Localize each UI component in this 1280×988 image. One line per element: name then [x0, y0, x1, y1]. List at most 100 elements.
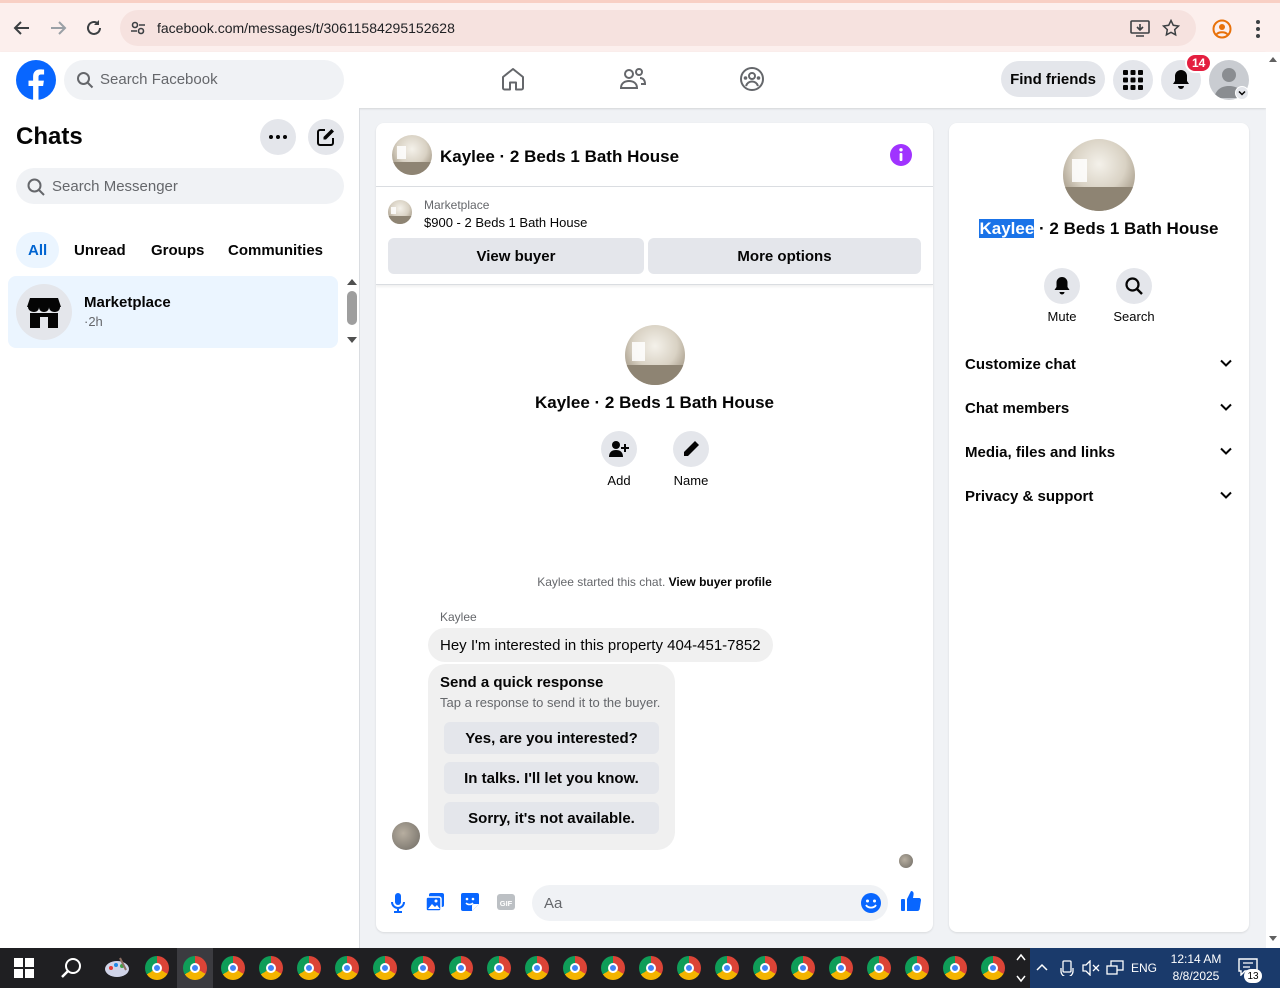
facebook-logo[interactable] — [16, 60, 56, 100]
taskbar-clock[interactable]: 12:14 AM 8/8/2025 — [1166, 951, 1226, 985]
taskbar-scroll-icon[interactable] — [1016, 952, 1026, 984]
forward-button[interactable] — [45, 15, 71, 41]
home-icon[interactable] — [500, 66, 526, 92]
section-label: Customize chat — [965, 356, 1076, 373]
messenger-search[interactable]: Search Messenger — [16, 168, 344, 204]
search-conversation-button[interactable] — [1116, 268, 1152, 304]
chrome-app-icon[interactable] — [867, 956, 891, 980]
filter-all[interactable]: All — [16, 232, 60, 268]
emoji-icon[interactable] — [860, 892, 882, 914]
menu-dots-icon[interactable] — [1250, 19, 1266, 39]
taskbar-search-icon[interactable] — [60, 956, 84, 980]
message-composer[interactable]: Aa — [532, 885, 888, 921]
address-bar[interactable]: facebook.com/messages/t/3061158429515262… — [120, 10, 1196, 46]
gif-icon[interactable]: GIF — [496, 892, 516, 912]
search-placeholder: Search Facebook — [100, 71, 218, 88]
chrome-app-icon[interactable] — [981, 956, 1005, 980]
back-button[interactable] — [9, 15, 35, 41]
chrome-app-icon[interactable] — [145, 956, 169, 980]
listing-thumbnail — [388, 200, 412, 224]
info-icon[interactable] — [889, 143, 913, 167]
url-text[interactable]: facebook.com/messages/t/3061158429515262… — [157, 20, 455, 36]
section-label: Privacy & support — [965, 488, 1094, 505]
scroll-thumb[interactable] — [347, 291, 357, 325]
name-chat-button[interactable] — [673, 431, 709, 467]
install-app-icon[interactable] — [1130, 19, 1150, 37]
microphone-icon[interactable] — [390, 892, 406, 914]
chrome-app-icon[interactable] — [563, 956, 587, 980]
photo-attach-icon[interactable] — [425, 892, 445, 912]
chats-scrollbar[interactable] — [345, 278, 359, 346]
sender-avatar[interactable] — [392, 822, 420, 850]
conversation-avatar[interactable] — [392, 135, 432, 175]
page-scrollbar[interactable] — [1266, 52, 1280, 948]
filter-communities[interactable]: Communities — [216, 232, 335, 268]
chrome-app-icon[interactable] — [639, 956, 663, 980]
arrow-right-icon — [51, 21, 67, 35]
sticker-icon[interactable] — [460, 892, 480, 912]
new-message-button[interactable] — [308, 119, 344, 155]
scroll-down-icon[interactable] — [1269, 936, 1277, 942]
chrome-app-icon[interactable] — [259, 956, 283, 980]
reload-button[interactable] — [81, 15, 107, 41]
chrome-app-icon[interactable] — [677, 956, 701, 980]
scroll-up-icon[interactable] — [347, 278, 357, 285]
profile-icon[interactable] — [1212, 19, 1232, 39]
language-indicator[interactable]: ENG — [1131, 961, 1157, 975]
chrome-app-icon[interactable] — [373, 956, 397, 980]
facebook-search[interactable]: Search Facebook — [64, 60, 344, 100]
more-options-button[interactable]: More options — [648, 238, 921, 274]
view-buyer-profile-link[interactable]: View buyer profile — [669, 575, 772, 589]
customize-chat-section[interactable]: Customize chat — [957, 344, 1241, 384]
view-buyer-button[interactable]: View buyer — [388, 238, 644, 274]
chrome-app-icon[interactable] — [335, 956, 359, 980]
chrome-app-icon[interactable] — [715, 956, 739, 980]
filter-unread[interactable]: Unread — [62, 232, 138, 268]
message-bubble[interactable]: Hey I'm interested in this property 404-… — [428, 628, 773, 662]
chat-members-section[interactable]: Chat members — [957, 388, 1241, 428]
chrome-app-icon[interactable] — [297, 956, 321, 980]
friends-icon[interactable] — [619, 66, 647, 92]
add-people-button[interactable] — [601, 431, 637, 467]
find-friends-button[interactable]: Find friends — [1001, 61, 1105, 97]
chrome-app-icon[interactable] — [221, 956, 245, 980]
paint-app-icon[interactable] — [104, 956, 130, 980]
chrome-app-icon[interactable] — [449, 956, 473, 980]
chrome-app-icon[interactable] — [487, 956, 511, 980]
chats-options-button[interactable] — [260, 119, 296, 155]
chrome-app-icon[interactable] — [829, 956, 853, 980]
windows-start-icon[interactable] — [14, 958, 34, 978]
volume-muted-icon[interactable] — [1082, 960, 1100, 976]
quick-response-option[interactable]: Yes, are you interested? — [444, 722, 659, 754]
chrome-app-icon[interactable] — [943, 956, 967, 980]
privacy-support-section[interactable]: Privacy & support — [957, 476, 1241, 516]
listing-title[interactable]: $900 - 2 Beds 1 Bath House — [424, 215, 587, 230]
scroll-down-icon[interactable] — [347, 337, 357, 344]
chrome-app-icon[interactable] — [601, 956, 625, 980]
account-menu-chevron[interactable] — [1235, 86, 1249, 100]
chat-item-marketplace[interactable]: Marketplace ·2h — [8, 276, 338, 348]
chrome-app-icon[interactable] — [183, 956, 207, 980]
bookmark-star-icon[interactable] — [1162, 19, 1180, 37]
device-icon[interactable] — [1060, 960, 1074, 976]
groups-icon[interactable] — [739, 66, 765, 92]
tray-expand-icon[interactable] — [1036, 962, 1048, 972]
chrome-app-icon[interactable] — [905, 956, 929, 980]
quick-response-option[interactable]: Sorry, it's not available. — [444, 802, 659, 834]
thumbs-up-icon[interactable] — [900, 890, 922, 912]
filter-groups[interactable]: Groups — [139, 232, 216, 268]
menu-button[interactable] — [1113, 60, 1153, 100]
chrome-app-icon[interactable] — [791, 956, 815, 980]
quick-response-option[interactable]: In talks. I'll let you know. — [444, 762, 659, 794]
network-icon[interactable] — [1106, 960, 1124, 976]
chrome-app-icon[interactable] — [525, 956, 549, 980]
media-files-links-section[interactable]: Media, files and links — [957, 432, 1241, 472]
mute-button[interactable] — [1044, 268, 1080, 304]
chrome-app-icon[interactable] — [411, 956, 435, 980]
name-rest-text: · 2 Beds 1 Bath House — [1034, 219, 1219, 238]
conversation-title[interactable]: Kaylee · 2 Beds 1 Bath House — [440, 147, 679, 167]
site-info-icon[interactable] — [129, 19, 147, 37]
conversation-profile-name: Kaylee · 2 Beds 1 Bath House — [534, 393, 775, 412]
chrome-app-icon[interactable] — [753, 956, 777, 980]
scroll-up-icon[interactable] — [1269, 56, 1277, 62]
